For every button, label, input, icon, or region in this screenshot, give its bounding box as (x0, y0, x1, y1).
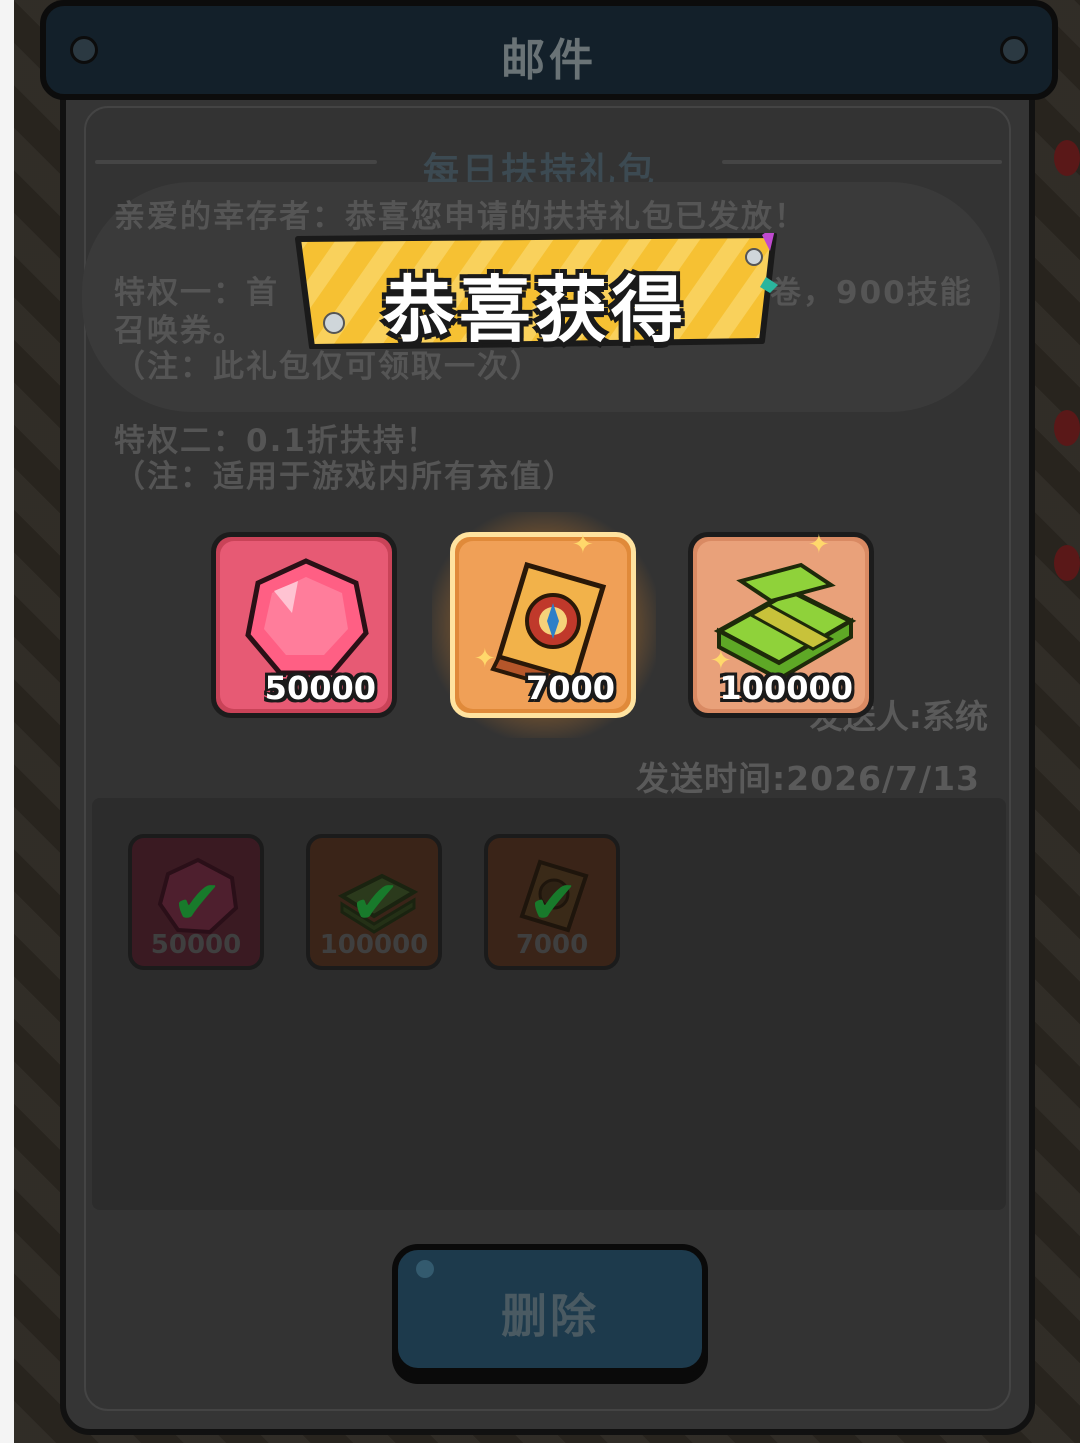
mail-line: 卷，900技能 (770, 275, 973, 311)
reward-banner: 恭喜获得 (292, 233, 778, 352)
attachment-gem[interactable]: ✔ 50000 (128, 834, 264, 970)
delete-button[interactable]: 删除 (392, 1244, 708, 1374)
reward-quantity: 100000 (719, 669, 853, 707)
sparkle-icon: ✦ (710, 646, 732, 676)
reward-item-gem[interactable]: 50000 (211, 532, 397, 718)
mail-line: （注：适用于游戏内所有充值） (114, 459, 576, 495)
reward-title: 恭喜获得 (382, 268, 687, 352)
mail-line: 特权二：0.1折扶持！ (114, 423, 439, 459)
check-icon: ✔ (528, 868, 579, 938)
button-highlight (416, 1260, 434, 1278)
mail-line: 召唤券。 (114, 313, 246, 349)
attachment-ticket[interactable]: ✔ 7000 (484, 834, 620, 970)
reward-quantity: 7000 (525, 669, 615, 707)
sparkle-icon: ✦ (572, 530, 594, 560)
reward-item-cash[interactable]: 100000 (688, 532, 874, 718)
notification-dot (1054, 545, 1080, 581)
screen-edge (0, 0, 14, 1443)
mail-send-time: 发送时间:2026/7/13 (635, 759, 980, 798)
delete-button-label: 删除 (501, 1289, 599, 1343)
dialog-title: 邮件 (501, 35, 597, 86)
attachment-quantity: 50000 (150, 930, 242, 960)
notification-dot (1054, 410, 1080, 446)
sparkle-icon: ✦ (474, 644, 496, 674)
mail-line: 亲爱的幸存者：恭喜您申请的扶持礼包已发放！ (114, 199, 807, 235)
reward-quantity: 50000 (264, 669, 376, 707)
reward-item-summon-ticket[interactable]: 7000 (450, 532, 636, 718)
attachment-quantity: 100000 (319, 930, 429, 960)
attachment-cash[interactable]: ✔ 100000 (306, 834, 442, 970)
sparkle-icon: ✦ (808, 530, 830, 560)
dialog-header: 邮件 (40, 0, 1058, 100)
mail-line: 特权一：首 (114, 275, 279, 311)
check-icon: ✔ (350, 868, 401, 938)
check-icon: ✔ (172, 868, 223, 938)
attachment-quantity: 7000 (515, 930, 589, 960)
